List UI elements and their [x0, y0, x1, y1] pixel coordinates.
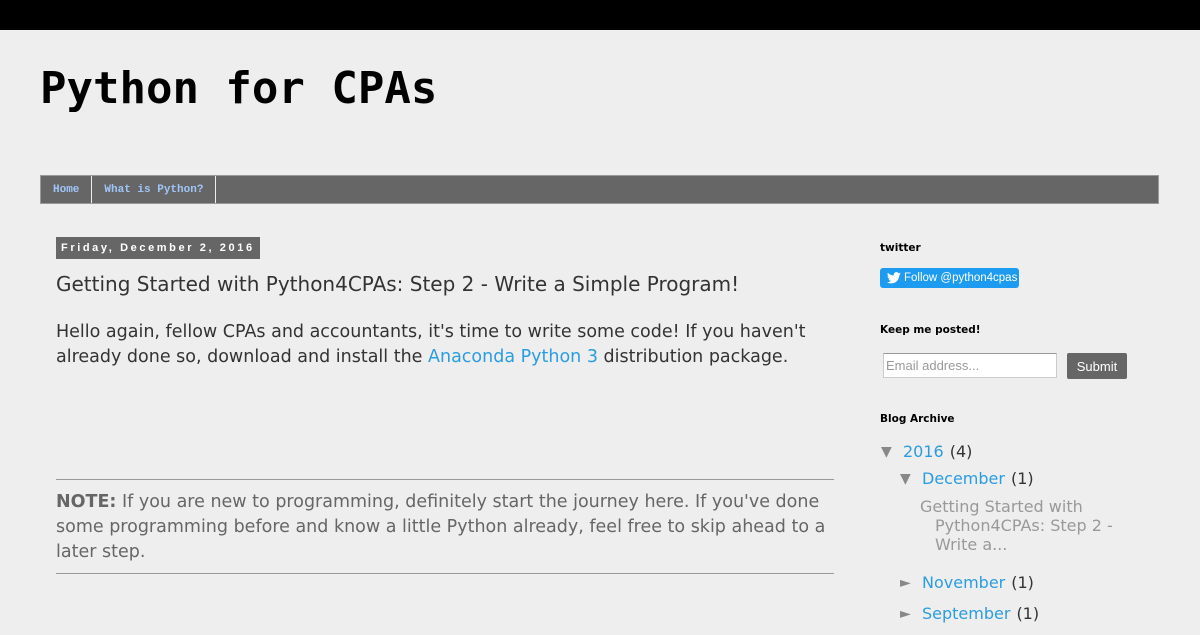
archive-month-link[interactable]: November: [922, 573, 1005, 592]
subscribe-widget-title: Keep me posted!: [880, 324, 981, 336]
nav-bar: Home What is Python?: [40, 175, 1159, 204]
email-input[interactable]: [883, 353, 1057, 378]
archive-month-count: (1): [1011, 573, 1034, 592]
twitter-follow-button[interactable]: Follow @python4cpas: [880, 268, 1019, 288]
note-label: NOTE:: [56, 492, 117, 512]
submit-button[interactable]: Submit: [1067, 353, 1127, 379]
archive-post-line: Write a...: [935, 535, 1008, 554]
archive-post-line: Python4CPAs: Step 2 -: [935, 516, 1113, 535]
archive-post-link[interactable]: Getting Started with Python4CPAs: Step 2…: [920, 497, 1150, 554]
archive-month-link[interactable]: September: [922, 604, 1010, 623]
post-date: Friday, December 2, 2016: [56, 237, 260, 259]
post-intro-text-end: distribution package.: [597, 347, 789, 367]
expand-triangle-icon[interactable]: ►: [900, 575, 922, 591]
archive-year-link[interactable]: 2016: [903, 442, 944, 461]
top-bar: [0, 0, 1200, 30]
tab-home[interactable]: Home: [41, 176, 93, 203]
note-text: If you are new to programming, definitel…: [56, 492, 826, 562]
archive-year-count: (4): [949, 442, 973, 461]
archive-widget-title: Blog Archive: [880, 413, 955, 425]
post-title: Getting Started with Python4CPAs: Step 2…: [56, 272, 740, 296]
collapse-triangle-icon[interactable]: ▼: [881, 444, 903, 460]
twitter-follow-label: Follow @python4cpas: [904, 272, 1018, 284]
archive-month-september: ► September (1): [900, 604, 1039, 623]
collapse-triangle-icon[interactable]: ▼: [900, 471, 922, 487]
archive-month-count: (1): [1016, 604, 1040, 623]
archive-year-2016: ▼ 2016 (4): [881, 442, 972, 461]
twitter-widget-title: twitter: [880, 242, 921, 254]
archive-month-november: ► November (1): [900, 573, 1034, 592]
blog-title[interactable]: Python for CPAs: [40, 62, 437, 116]
twitter-bird-icon: [887, 272, 901, 284]
tab-what-is-python[interactable]: What is Python?: [92, 176, 217, 203]
anaconda-link[interactable]: Anaconda Python 3: [428, 347, 598, 367]
archive-month-link[interactable]: December: [922, 469, 1005, 488]
archive-month-december: ▼ December (1): [900, 469, 1034, 488]
post-intro: Hello again, fellow CPAs and accountants…: [56, 320, 856, 370]
archive-post-line: Getting Started with: [920, 497, 1083, 516]
note-box: NOTE: If you are new to programming, def…: [56, 479, 834, 574]
expand-triangle-icon[interactable]: ►: [900, 606, 922, 622]
archive-month-count: (1): [1010, 469, 1034, 488]
